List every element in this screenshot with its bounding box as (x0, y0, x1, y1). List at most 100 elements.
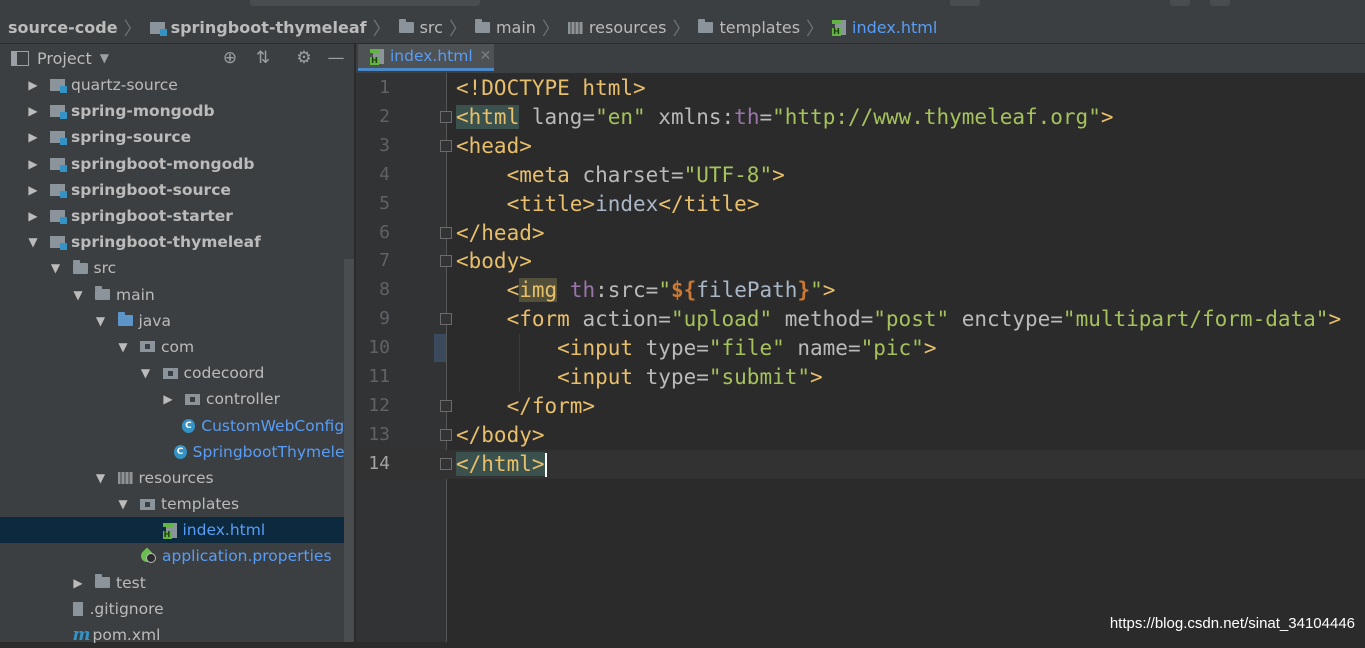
tree-scrollbar[interactable] (344, 259, 354, 642)
code-line: 2 <html lang="en" xmlns:th="http://www.th… (356, 103, 1365, 132)
project-panel-title[interactable]: Project (37, 49, 92, 68)
tree-item[interactable]: index.html (0, 517, 354, 544)
code-text: </head> (456, 219, 545, 248)
breadcrumb-item[interactable]: templates 〉 (698, 15, 832, 41)
line-number: 10 (368, 337, 390, 359)
hide-panel-icon[interactable]: — (327, 49, 345, 67)
chevron-right-icon[interactable]: ▶ (26, 78, 40, 92)
chevron-right-icon[interactable]: ▶ (26, 130, 40, 144)
tree-item[interactable]: ▶ springboot-source (0, 177, 354, 203)
chevron-down-icon[interactable]: ▼ (94, 314, 108, 328)
line-number: 4 (379, 163, 390, 185)
fold-marker-icon[interactable] (440, 457, 452, 470)
code-line: 4 <meta charset="UTF-8"> (356, 161, 1365, 190)
chevron-down-icon[interactable]: ▼ (116, 497, 130, 511)
code-token: </title> (658, 191, 760, 216)
tree-item-label: main (116, 285, 155, 304)
fold-marker-icon[interactable] (440, 255, 452, 268)
tree-item[interactable]: C CustomWebConfigu (0, 412, 354, 438)
chevron-right-icon[interactable]: ▶ (71, 576, 85, 590)
tab-index-html[interactable]: index.html ✕ (358, 44, 494, 71)
tree-item[interactable]: .gitignore (0, 596, 354, 622)
code-token: </html (456, 451, 532, 476)
project-tree: ▶ quartz-source ▶ spring-mongodb ▶ spring-sou… (0, 72, 354, 648)
fold-marker-icon[interactable] (440, 226, 452, 239)
tree-item[interactable]: ▼ springboot-thymeleaf (0, 229, 354, 255)
folder-icon (698, 19, 714, 33)
breadcrumb-label: src (419, 18, 443, 37)
code-token: } (797, 278, 811, 303)
folder-icon (72, 259, 88, 274)
close-icon[interactable]: ✕ (480, 48, 492, 64)
tree-item[interactable]: ▼ resources (0, 465, 354, 491)
editor-tab-bar: index.html ✕ (356, 44, 1365, 74)
code-token: "submit" (708, 365, 811, 389)
breadcrumb-item[interactable]: resources 〉 (567, 15, 699, 41)
tree-item-label: controller (206, 390, 280, 409)
gear-icon[interactable]: ⚙ (295, 49, 313, 67)
tree-item[interactable]: application.properties (0, 543, 354, 569)
breadcrumb-item[interactable]: src 〉 (398, 15, 475, 41)
code-text: <img th:src="${filePath}"> (456, 276, 835, 305)
breadcrumb-separator-icon: 〉 (448, 18, 467, 40)
code-line: 7 <body> (356, 247, 1365, 276)
breadcrumb-item[interactable]: index.html (832, 18, 937, 37)
chevron-down-icon[interactable]: ▼ (26, 235, 40, 249)
tree-item[interactable]: ▼ com (0, 334, 354, 360)
folder-icon (95, 574, 110, 589)
code-token: <head> (456, 133, 532, 158)
code-editor[interactable]: 1 <!DOCTYPE html> 2 <html lang="en" xmlns:t… (356, 73, 1365, 642)
package-icon (140, 498, 155, 510)
code-text: <html lang="en" xmlns:th="http://www.thy… (456, 103, 1114, 132)
project-panel: Project ▼ ⊕ ⇅ ⚙ — ▶ quartz-source ▶ spring-… (0, 44, 355, 644)
chevron-down-icon[interactable]: ▼ (116, 340, 130, 354)
chevron-right-icon[interactable]: ▶ (161, 392, 175, 406)
tree-item[interactable]: C SpringbootThymelea (0, 439, 354, 465)
breadcrumb-item[interactable]: springboot-thymeleaf 〉 (149, 15, 399, 41)
chevron-right-icon[interactable]: ▶ (26, 209, 40, 223)
fold-marker-icon[interactable] (440, 139, 452, 152)
tree-item[interactable]: ▶ spring-mongodb (0, 98, 354, 124)
code-token: > (923, 336, 937, 361)
tree-item[interactable]: ▼ codecoord (0, 360, 354, 386)
code-text: <meta charset="UTF-8"> (456, 161, 785, 190)
line-number: 7 (379, 250, 390, 272)
tree-item[interactable]: ▼ templates (0, 491, 354, 517)
tree-item[interactable]: ▶ controller (0, 386, 354, 412)
chevron-down-icon[interactable]: ▼ (94, 471, 108, 485)
chevron-down-icon[interactable]: ▼ (49, 261, 63, 275)
tree-item-label: resources (138, 468, 214, 487)
chevron-right-icon[interactable]: ▶ (26, 157, 40, 171)
tree-item[interactable]: ▶ quartz-source (0, 72, 354, 98)
fold-marker-icon[interactable] (440, 399, 452, 412)
locate-target-icon[interactable]: ⊕ (221, 49, 239, 67)
chevron-right-icon[interactable]: ▶ (26, 183, 40, 197)
code-line: 11 <input type="submit"> (356, 363, 1365, 392)
tree-item[interactable]: ▼ java (0, 308, 354, 334)
code-token: "upload" (670, 307, 773, 332)
breadcrumb-item[interactable]: source-code 〉 (8, 15, 150, 41)
fold-marker-icon[interactable] (440, 110, 452, 123)
tree-item[interactable]: ▶ springboot-starter (0, 203, 354, 229)
code-token: img (519, 278, 558, 303)
breadcrumb-label: resources (588, 18, 667, 37)
breadcrumb-item[interactable]: main 〉 (474, 15, 568, 41)
tree-item-label: springboot-mongodb (71, 154, 255, 173)
fold-marker-icon[interactable] (440, 313, 452, 326)
tree-item[interactable]: ▶ spring-source (0, 124, 354, 150)
chevron-down-icon[interactable]: ▼ (71, 288, 85, 302)
breadcrumb-separator-icon: 〉 (541, 18, 560, 40)
tree-item[interactable]: ▶ test (0, 570, 354, 596)
chevron-right-icon[interactable]: ▶ (26, 104, 40, 118)
tree-item[interactable]: ▼ src (0, 255, 354, 281)
code-token: th (557, 278, 596, 303)
tree-item[interactable]: m pom.xml (0, 622, 354, 648)
tree-item[interactable]: ▼ main (0, 282, 354, 308)
collapse-all-icon[interactable]: ⇅ (254, 49, 272, 67)
tree-item[interactable]: ▶ springboot-mongodb (0, 151, 354, 177)
chevron-down-icon[interactable]: ▼ (100, 51, 109, 65)
chevron-down-icon[interactable]: ▼ (139, 366, 153, 380)
fold-marker-icon[interactable] (440, 428, 452, 441)
code-token: "UTF-8" (683, 162, 773, 187)
